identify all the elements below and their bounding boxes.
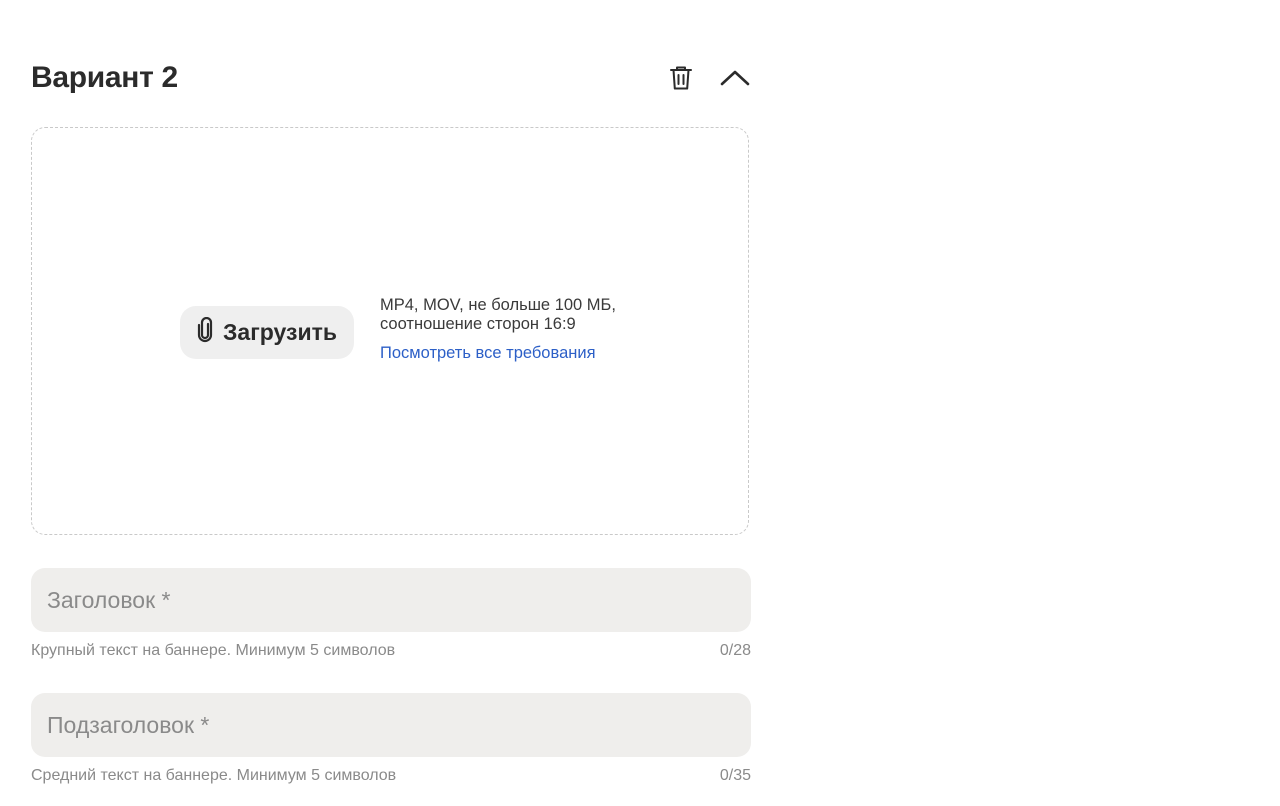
variant-title: Вариант 2 (31, 61, 178, 94)
upload-button-label: Загрузить (223, 319, 337, 345)
subheadline-hint: Средний текст на баннере. Минимум 5 симв… (31, 767, 397, 784)
paperclip-icon (197, 316, 213, 348)
upload-requirements: MP4, MOV, не больше 100 МБ, соотношение … (380, 296, 640, 363)
chevron-up-icon (720, 69, 750, 92)
subheadline-input[interactable] (31, 693, 751, 757)
video-dropzone[interactable]: Загрузить MP4, MOV, не больше 100 МБ, со… (31, 127, 749, 535)
format-info-line-1: MP4, MOV, не больше 100 МБ, (380, 296, 616, 314)
view-requirements-link[interactable]: Посмотреть все требования (380, 344, 596, 363)
subheadline-hint-row: Средний текст на баннере. Минимум 5 симв… (31, 767, 751, 787)
subheadline-char-counter: 0/35 (719, 767, 751, 784)
headline-hint: Крупный текст на баннере. Минимум 5 симв… (31, 642, 396, 659)
subheadline-field[interactable] (31, 693, 751, 757)
collapse-variant-button[interactable] (719, 64, 751, 96)
headline-field[interactable] (31, 568, 751, 632)
headline-hint-row: Крупный текст на баннере. Минимум 5 симв… (31, 642, 751, 662)
trash-icon (669, 65, 693, 96)
headline-input[interactable] (31, 568, 751, 632)
upload-button[interactable]: Загрузить (180, 306, 354, 359)
headline-char-counter: 0/28 (719, 642, 751, 659)
delete-variant-button[interactable] (665, 64, 697, 96)
format-info-line-2: соотношение сторон 16:9 (380, 315, 576, 333)
variant-header: Вариант 2 (31, 52, 751, 106)
